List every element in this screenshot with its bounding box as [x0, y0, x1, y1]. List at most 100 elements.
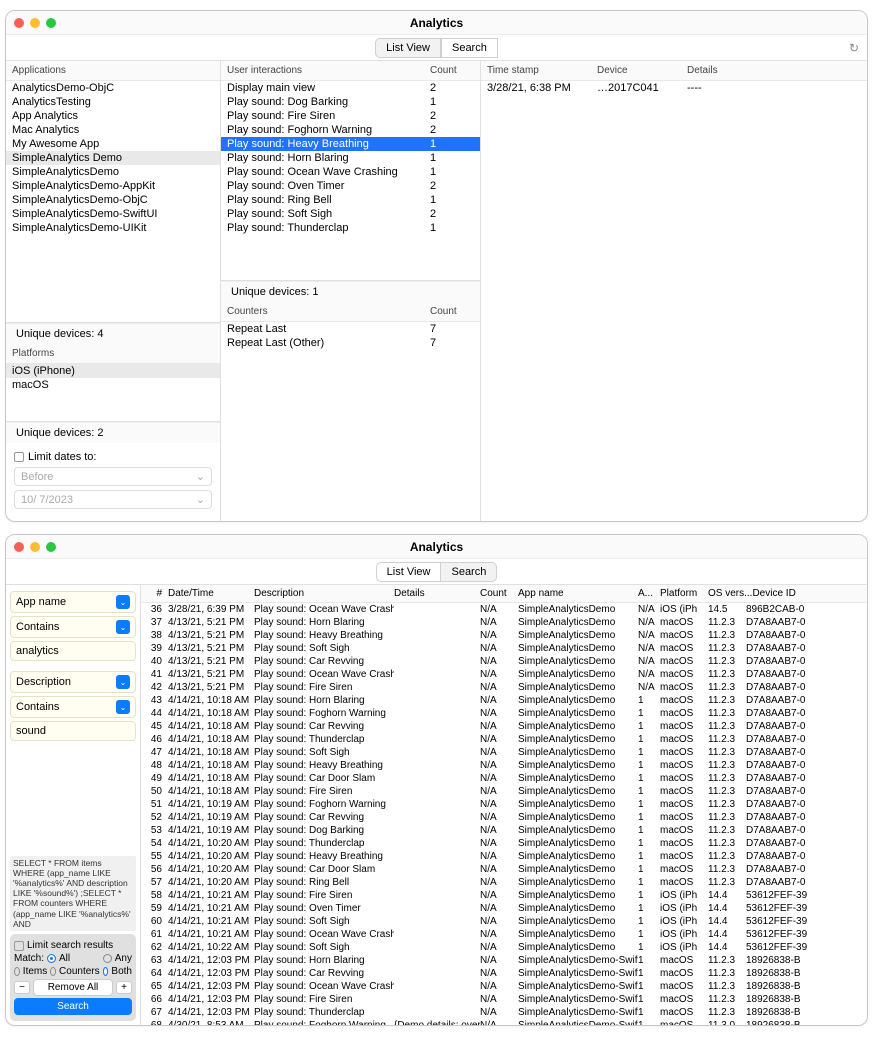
filter-field-select-2[interactable]: Description⌄: [10, 671, 136, 693]
counter-row[interactable]: Repeat Last (Other)7: [221, 336, 480, 350]
result-row[interactable]: 454/14/21, 10:18 AMPlay sound: Car Revvi…: [141, 720, 867, 733]
result-row[interactable]: 614/14/21, 10:21 AMPlay sound: Ocean Wav…: [141, 928, 867, 941]
application-item[interactable]: AnalyticsTesting: [6, 95, 220, 109]
result-row[interactable]: 414/13/21, 5:21 PMPlay sound: Ocean Wave…: [141, 668, 867, 681]
match-any-radio[interactable]: [103, 954, 112, 963]
platform-item[interactable]: iOS (iPhone): [6, 364, 220, 378]
tab-search[interactable]: Search: [441, 38, 498, 58]
platforms-list[interactable]: iOS (iPhone)macOS: [6, 364, 220, 421]
zoom-icon[interactable]: [46, 542, 56, 552]
search-button[interactable]: Search: [14, 998, 132, 1015]
tab-list-view[interactable]: List View: [376, 562, 442, 582]
interaction-row[interactable]: Play sound: Thunderclap1: [221, 221, 480, 235]
result-row[interactable]: 374/13/21, 5:21 PMPlay sound: Horn Blari…: [141, 616, 867, 629]
result-row[interactable]: 514/14/21, 10:19 AMPlay sound: Foghorn W…: [141, 798, 867, 811]
counter-row[interactable]: Repeat Last7: [221, 322, 480, 336]
interaction-row[interactable]: Play sound: Ocean Wave Crashing1: [221, 165, 480, 179]
result-row[interactable]: 424/13/21, 5:21 PMPlay sound: Fire Siren…: [141, 681, 867, 694]
result-row[interactable]: 574/14/21, 10:20 AMPlay sound: Ring Bell…: [141, 876, 867, 889]
application-item[interactable]: AnalyticsDemo-ObjC: [6, 81, 220, 95]
detail-row[interactable]: 3/28/21, 6:38 PM…2017C041----: [481, 81, 867, 95]
interaction-row[interactable]: Play sound: Ring Bell1: [221, 193, 480, 207]
application-item[interactable]: App Analytics: [6, 109, 220, 123]
tab-list-view[interactable]: List View: [375, 38, 441, 58]
filter-field-select-1[interactable]: App name⌄: [10, 591, 136, 613]
match-items-radio[interactable]: [14, 967, 20, 976]
limit-dates-checkbox[interactable]: Limit dates to:: [14, 451, 212, 463]
zoom-icon[interactable]: [46, 18, 56, 28]
application-item[interactable]: SimpleAnalyticsDemo-ObjC: [6, 193, 220, 207]
result-row[interactable]: 464/14/21, 10:18 AMPlay sound: Thundercl…: [141, 733, 867, 746]
col-appver[interactable]: A...: [638, 588, 660, 599]
filter-value-input-1[interactable]: analytics: [10, 641, 136, 661]
col-device[interactable]: Device ID: [752, 588, 865, 599]
application-item[interactable]: SimpleAnalytics Demo: [6, 151, 220, 165]
filter-value-input-2[interactable]: sound: [10, 721, 136, 741]
application-item[interactable]: SimpleAnalyticsDemo-UIKit: [6, 221, 220, 235]
application-item[interactable]: SimpleAnalyticsDemo: [6, 165, 220, 179]
result-row[interactable]: 594/14/21, 10:21 AMPlay sound: Oven Time…: [141, 902, 867, 915]
interaction-row[interactable]: Play sound: Oven Timer2: [221, 179, 480, 193]
result-row[interactable]: 664/14/21, 12:03 PMPlay sound: Fire Sire…: [141, 993, 867, 1006]
result-row[interactable]: 474/14/21, 10:18 AMPlay sound: Soft Sigh…: [141, 746, 867, 759]
result-row[interactable]: 504/14/21, 10:18 AMPlay sound: Fire Sire…: [141, 785, 867, 798]
add-filter-button[interactable]: +: [116, 981, 132, 994]
result-row[interactable]: 584/14/21, 10:21 AMPlay sound: Fire Sire…: [141, 889, 867, 902]
applications-list[interactable]: AnalyticsDemo-ObjCAnalyticsTestingApp An…: [6, 81, 220, 322]
match-all-radio[interactable]: [47, 954, 56, 963]
counters-list[interactable]: Repeat Last7Repeat Last (Other)7: [221, 322, 480, 521]
filter-op-select-2[interactable]: Contains⌄: [10, 696, 136, 718]
remove-filter-button[interactable]: −: [14, 981, 30, 994]
result-row[interactable]: 363/28/21, 6:39 PMPlay sound: Ocean Wave…: [141, 603, 867, 616]
result-row[interactable]: 634/14/21, 12:03 PMPlay sound: Horn Blar…: [141, 954, 867, 967]
col-os[interactable]: OS vers...: [708, 588, 752, 599]
tab-search[interactable]: Search: [440, 562, 497, 582]
interaction-row[interactable]: Play sound: Heavy Breathing1: [221, 137, 480, 151]
application-item[interactable]: Mac Analytics: [6, 123, 220, 137]
col-count[interactable]: Count: [480, 588, 518, 599]
col-datetime[interactable]: Date/Time: [168, 588, 254, 599]
result-row[interactable]: 524/14/21, 10:19 AMPlay sound: Car Revvi…: [141, 811, 867, 824]
result-row[interactable]: 404/13/21, 5:21 PMPlay sound: Car Revvin…: [141, 655, 867, 668]
col-platform[interactable]: Platform: [660, 588, 708, 599]
result-row[interactable]: 654/14/21, 12:03 PMPlay sound: Ocean Wav…: [141, 980, 867, 993]
date-picker[interactable]: 10/ 7/2023⌄: [14, 490, 212, 509]
col-description[interactable]: Description: [254, 588, 394, 599]
match-both-radio[interactable]: [103, 967, 109, 976]
result-row[interactable]: 564/14/21, 10:20 AMPlay sound: Car Door …: [141, 863, 867, 876]
application-item[interactable]: SimpleAnalyticsDemo-AppKit: [6, 179, 220, 193]
result-row[interactable]: 534/14/21, 10:19 AMPlay sound: Dog Barki…: [141, 824, 867, 837]
result-row[interactable]: 484/14/21, 10:18 AMPlay sound: Heavy Bre…: [141, 759, 867, 772]
result-row[interactable]: 394/13/21, 5:21 PMPlay sound: Soft SighN…: [141, 642, 867, 655]
result-row[interactable]: 544/14/21, 10:20 AMPlay sound: Thundercl…: [141, 837, 867, 850]
interactions-list[interactable]: Display main view2Play sound: Dog Barkin…: [221, 81, 480, 280]
match-counters-radio[interactable]: [50, 967, 56, 976]
interaction-row[interactable]: Play sound: Horn Blaring1: [221, 151, 480, 165]
interaction-row[interactable]: Play sound: Fire Siren2: [221, 109, 480, 123]
platform-item[interactable]: macOS: [6, 378, 220, 392]
interaction-row[interactable]: Play sound: Soft Sigh2: [221, 207, 480, 221]
col-app[interactable]: App name: [518, 588, 638, 599]
filter-op-select-1[interactable]: Contains⌄: [10, 616, 136, 638]
minimize-icon[interactable]: [30, 542, 40, 552]
details-list[interactable]: 3/28/21, 6:38 PM…2017C041----: [481, 81, 867, 521]
application-item[interactable]: SimpleAnalyticsDemo-SwiftUI: [6, 207, 220, 221]
interaction-row[interactable]: Display main view2: [221, 81, 480, 95]
result-row[interactable]: 644/14/21, 12:03 PMPlay sound: Car Revvi…: [141, 967, 867, 980]
interaction-row[interactable]: Play sound: Dog Barking1: [221, 95, 480, 109]
result-row[interactable]: 604/14/21, 10:21 AMPlay sound: Soft Sigh…: [141, 915, 867, 928]
col-index[interactable]: #: [143, 588, 168, 599]
refresh-icon[interactable]: ↻: [849, 41, 859, 55]
result-row[interactable]: 444/14/21, 10:18 AMPlay sound: Foghorn W…: [141, 707, 867, 720]
col-details[interactable]: Details: [394, 588, 480, 599]
close-icon[interactable]: [14, 18, 24, 28]
result-row[interactable]: 684/30/21, 8:53 AMPlay sound: Foghorn Wa…: [141, 1019, 867, 1025]
minimize-icon[interactable]: [30, 18, 40, 28]
result-row[interactable]: 434/14/21, 10:18 AMPlay sound: Horn Blar…: [141, 694, 867, 707]
close-icon[interactable]: [14, 542, 24, 552]
date-mode-select[interactable]: Before⌄: [14, 467, 212, 486]
result-row[interactable]: 554/14/21, 10:20 AMPlay sound: Heavy Bre…: [141, 850, 867, 863]
result-row[interactable]: 624/14/21, 10:22 AMPlay sound: Soft Sigh…: [141, 941, 867, 954]
result-row[interactable]: 494/14/21, 10:18 AMPlay sound: Car Door …: [141, 772, 867, 785]
interaction-row[interactable]: Play sound: Foghorn Warning2: [221, 123, 480, 137]
